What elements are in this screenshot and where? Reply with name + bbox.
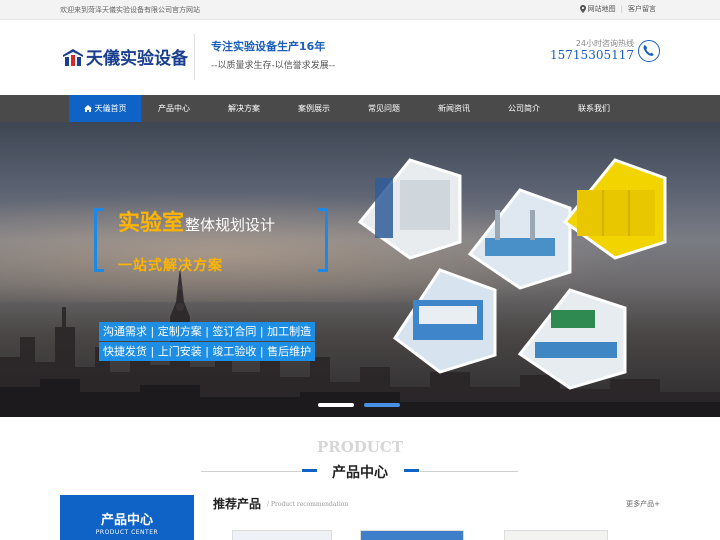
banner-bracket-right [318,208,328,272]
recommended-title: 推荐产品 [213,497,262,511]
phone-icon [638,40,660,62]
more-products-link[interactable]: 更多产品+ [626,499,660,509]
slider-dot-2[interactable] [364,403,400,407]
hero-banner[interactable]: 实验室 整体规划设计 一站式解决方案 沟通需求 | 定制方案 | 签订合同 | … [0,122,720,417]
product-center-sidebar-header[interactable]: 产品中心 PRODUCT CENTER [60,495,194,540]
nav-item-home[interactable]: 天儀首页 [69,95,141,122]
nav-item-products[interactable]: 产品中心 [139,95,209,122]
sidebar-title: 产品中心 [100,513,153,528]
banner-title-rest: 整体规划设计 [185,216,276,234]
banner-title-big: 实验室 [118,211,185,236]
hotline-number[interactable]: 15715305117 [550,48,634,62]
nav-item-about[interactable]: 公司简介 [489,95,559,122]
nav-item-news[interactable]: 新闻资讯 [419,95,489,122]
slogan-sub: --以质量求生存-以信誉求发展-- [211,61,336,71]
top-bar: 欢迎来到菏泽天儀实验设备有限公司官方网站 网站地图 | 客户留言 [0,0,720,20]
link-separator: | [620,5,623,13]
main-nav: 天儀首页 产品中心 解决方案 案例展示 常见问题 新闻资讯 公司简介 联系我们 [0,95,720,122]
nav-item-label: 天儀首页 [94,104,127,113]
slogan-main: 专注实验设备生产16年 [211,40,326,53]
customer-message-link[interactable]: 客户留言 [628,4,656,14]
nav-item-solutions[interactable]: 解决方案 [209,95,279,122]
banner-subtitle: 一站式解决方案 [118,258,223,274]
site-logo[interactable]: 天儀实验设备 [62,44,188,69]
service-steps-row-2: 快捷发货 | 上门安装 | 竣工验收 | 售后维护 [99,342,316,361]
nav-item-contact[interactable]: 联系我们 [559,95,629,122]
product-thumb-3[interactable] [504,530,608,540]
section-title-en: PRODUCT [316,438,403,456]
sidebar-subtitle: PRODUCT CENTER [95,529,159,536]
lab-photo-collage [357,158,667,390]
recommended-subtitle: / Product recommendation [267,501,349,508]
product-thumb-1[interactable] [232,530,332,540]
slider-indicators [318,403,410,407]
site-header: 天儀实验设备 专注实验设备生产16年 --以质量求生存-以信誉求发展-- 24小… [0,20,720,95]
service-steps-row-1: 沟通需求 | 定制方案 | 签订合同 | 加工制造 [99,322,316,341]
logo-text: 天儀实验设备 [86,49,188,69]
slider-dot-1[interactable] [318,403,354,407]
header-divider [194,34,195,80]
home-icon [83,105,92,112]
banner-bracket-left [94,208,104,272]
banner-title: 实验室 整体规划设计 [118,205,275,237]
sitemap-link[interactable]: 网站地图 [588,4,616,14]
top-links: 网站地图 | 客户留言 [579,4,656,14]
nav-item-faq[interactable]: 常见问题 [349,95,419,122]
map-pin-icon [579,5,586,13]
logo-mark-icon [63,48,83,66]
welcome-text: 欢迎来到菏泽天儀实验设备有限公司官方网站 [60,6,200,14]
section-title-cn: 产品中心 [332,465,388,481]
nav-item-cases[interactable]: 案例展示 [279,95,349,122]
lab-photo-5 [517,288,627,390]
product-thumb-2[interactable] [360,530,464,540]
